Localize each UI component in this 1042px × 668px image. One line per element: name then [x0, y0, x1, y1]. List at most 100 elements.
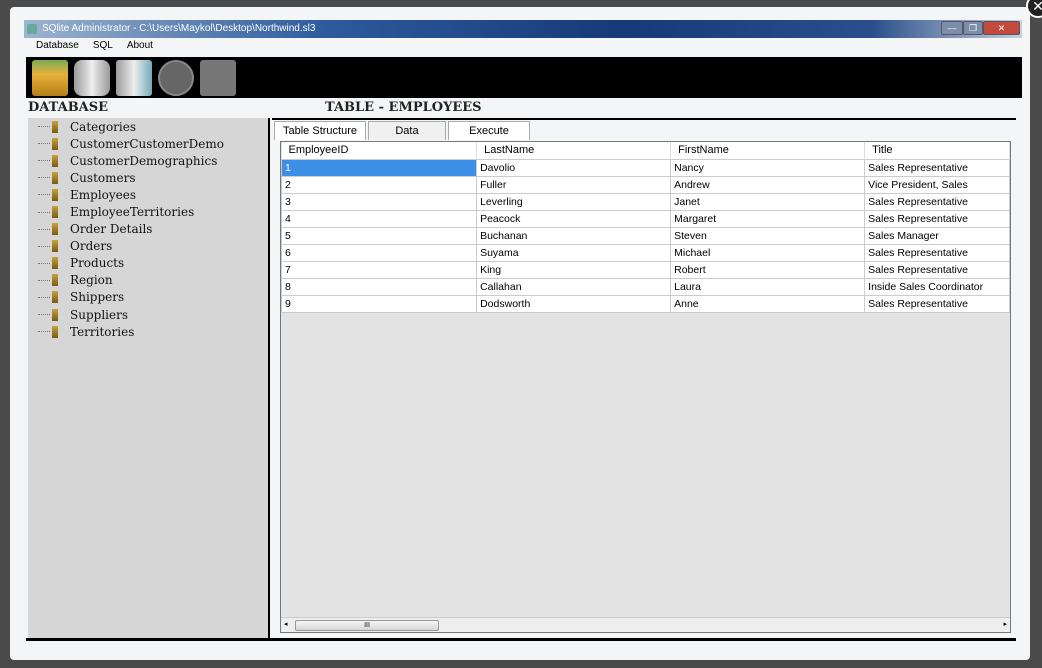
- tree-item[interactable]: Orders: [38, 238, 268, 255]
- table-cell[interactable]: Sales Representative: [865, 261, 1010, 278]
- table-cell[interactable]: Callahan: [477, 278, 671, 295]
- tree-line: [38, 194, 50, 195]
- table-cell[interactable]: Sales Representative: [865, 159, 1010, 176]
- horizontal-scrollbar[interactable]: ◂ III ▸: [281, 617, 1010, 632]
- table-icon: [52, 274, 58, 286]
- tree-item[interactable]: CustomerDemographics: [38, 152, 268, 169]
- table-row[interactable]: 3LeverlingJanetSales Representative: [282, 193, 1010, 210]
- table-cell[interactable]: Inside Sales Coordinator: [865, 278, 1010, 295]
- scroll-right-icon[interactable]: ▸: [1003, 620, 1007, 628]
- delete-table-icon[interactable]: [116, 60, 152, 96]
- table-cell[interactable]: Michael: [671, 244, 865, 261]
- table-cell[interactable]: 8: [282, 278, 477, 295]
- table-cell[interactable]: Vice President, Sales: [865, 176, 1010, 193]
- table-cell[interactable]: Robert: [671, 261, 865, 278]
- table-cell[interactable]: Nancy: [671, 159, 865, 176]
- data-grid: EmployeeIDLastNameFirstNameTitle1Davolio…: [280, 141, 1011, 633]
- table-row[interactable]: 8CallahanLauraInside Sales Coordinator: [282, 278, 1010, 295]
- menu-database[interactable]: Database: [36, 40, 79, 55]
- tree-item[interactable]: Region: [38, 272, 268, 289]
- scroll-thumb[interactable]: III: [295, 620, 439, 631]
- table-row[interactable]: 2FullerAndrewVice President, Sales: [282, 176, 1010, 193]
- restore-button[interactable]: ❐: [963, 21, 983, 35]
- table-cell[interactable]: Suyama: [477, 244, 671, 261]
- tree-item[interactable]: Order Details: [38, 221, 268, 238]
- table-icon: [52, 240, 58, 252]
- table-cell[interactable]: Sales Representative: [865, 295, 1010, 312]
- table-cell[interactable]: 6: [282, 244, 477, 261]
- tree-item[interactable]: EmployeeTerritories: [38, 203, 268, 220]
- table-tree: CategoriesCustomerCustomerDemoCustomerDe…: [28, 118, 270, 638]
- tree-item[interactable]: Categories: [38, 118, 268, 135]
- table-cell[interactable]: 1: [282, 159, 477, 176]
- table-row[interactable]: 4PeacockMargaretSales Representative: [282, 210, 1010, 227]
- table-heading: TABLE - EMPLOYEES: [325, 100, 482, 115]
- table-cell[interactable]: Steven: [671, 227, 865, 244]
- table-icon: [52, 309, 58, 321]
- tab-table-structure[interactable]: Table Structure: [274, 121, 366, 140]
- tree-line: [38, 160, 50, 161]
- tree-item-label: EmployeeTerritories: [70, 205, 194, 219]
- title-bar: SQlite Administrator - C:\Users\Maykol\D…: [24, 20, 1022, 38]
- tree-item[interactable]: Shippers: [38, 289, 268, 306]
- column-header[interactable]: LastName: [477, 142, 671, 159]
- menu-about[interactable]: About: [127, 40, 153, 55]
- tree-item[interactable]: Customers: [38, 169, 268, 186]
- save-icon[interactable]: [200, 60, 236, 96]
- tree-item[interactable]: Employees: [38, 186, 268, 203]
- tree-line: [38, 126, 50, 127]
- table-cell[interactable]: 3: [282, 193, 477, 210]
- table-cell[interactable]: Janet: [671, 193, 865, 210]
- menu-sql[interactable]: SQL: [93, 40, 113, 55]
- open-folder-icon[interactable]: [32, 60, 68, 96]
- close-button[interactable]: ✕: [983, 21, 1020, 35]
- table-cell[interactable]: 9: [282, 295, 477, 312]
- table-row[interactable]: 1DavolioNancySales Representative: [282, 159, 1010, 176]
- table-cell[interactable]: Peacock: [477, 210, 671, 227]
- column-header[interactable]: FirstName: [671, 142, 865, 159]
- table-cell[interactable]: King: [477, 261, 671, 278]
- table-cell[interactable]: Sales Representative: [865, 210, 1010, 227]
- column-header[interactable]: Title: [865, 142, 1010, 159]
- tree-item[interactable]: Products: [38, 255, 268, 272]
- table-cell[interactable]: Sales Representative: [865, 193, 1010, 210]
- table-cell[interactable]: 5: [282, 227, 477, 244]
- table-icon: [52, 172, 58, 184]
- tree-item[interactable]: Territories: [38, 323, 268, 340]
- table-icon: [52, 223, 58, 235]
- table-cell[interactable]: Anne: [671, 295, 865, 312]
- tab-data[interactable]: Data: [368, 121, 446, 140]
- table-cell[interactable]: 4: [282, 210, 477, 227]
- table-cell[interactable]: Buchanan: [477, 227, 671, 244]
- play-icon[interactable]: [158, 60, 194, 96]
- scroll-left-icon[interactable]: ◂: [284, 620, 288, 628]
- tree-item-label: Orders: [70, 239, 112, 253]
- table-cell[interactable]: Fuller: [477, 176, 671, 193]
- table-cell[interactable]: Andrew: [671, 176, 865, 193]
- table-cell[interactable]: 2: [282, 176, 477, 193]
- tree-line: [38, 143, 50, 144]
- column-header[interactable]: EmployeeID: [282, 142, 477, 159]
- tree-line: [38, 229, 50, 230]
- tree-line: [38, 212, 50, 213]
- table-cell[interactable]: Dodsworth: [477, 295, 671, 312]
- tree-item[interactable]: Suppliers: [38, 306, 268, 323]
- add-table-icon[interactable]: [74, 60, 110, 96]
- table-row[interactable]: 9DodsworthAnneSales Representative: [282, 295, 1010, 312]
- table-cell[interactable]: 7: [282, 261, 477, 278]
- table-cell[interactable]: Leverling: [477, 193, 671, 210]
- table-row[interactable]: 5BuchananStevenSales Manager: [282, 227, 1010, 244]
- table-row[interactable]: 6SuyamaMichaelSales Representative: [282, 244, 1010, 261]
- table-cell[interactable]: Sales Manager: [865, 227, 1010, 244]
- table-cell[interactable]: Sales Representative: [865, 244, 1010, 261]
- tree-item-label: Categories: [70, 120, 136, 134]
- tree-item-label: Region: [70, 273, 113, 287]
- tree-line: [38, 314, 50, 315]
- minimize-button[interactable]: —: [941, 21, 963, 35]
- table-cell[interactable]: Laura: [671, 278, 865, 295]
- table-row[interactable]: 7KingRobertSales Representative: [282, 261, 1010, 278]
- table-cell[interactable]: Margaret: [671, 210, 865, 227]
- tab-execute-sql[interactable]: Execute SQL: [448, 121, 530, 140]
- table-cell[interactable]: Davolio: [477, 159, 671, 176]
- tree-item[interactable]: CustomerCustomerDemo: [38, 135, 268, 152]
